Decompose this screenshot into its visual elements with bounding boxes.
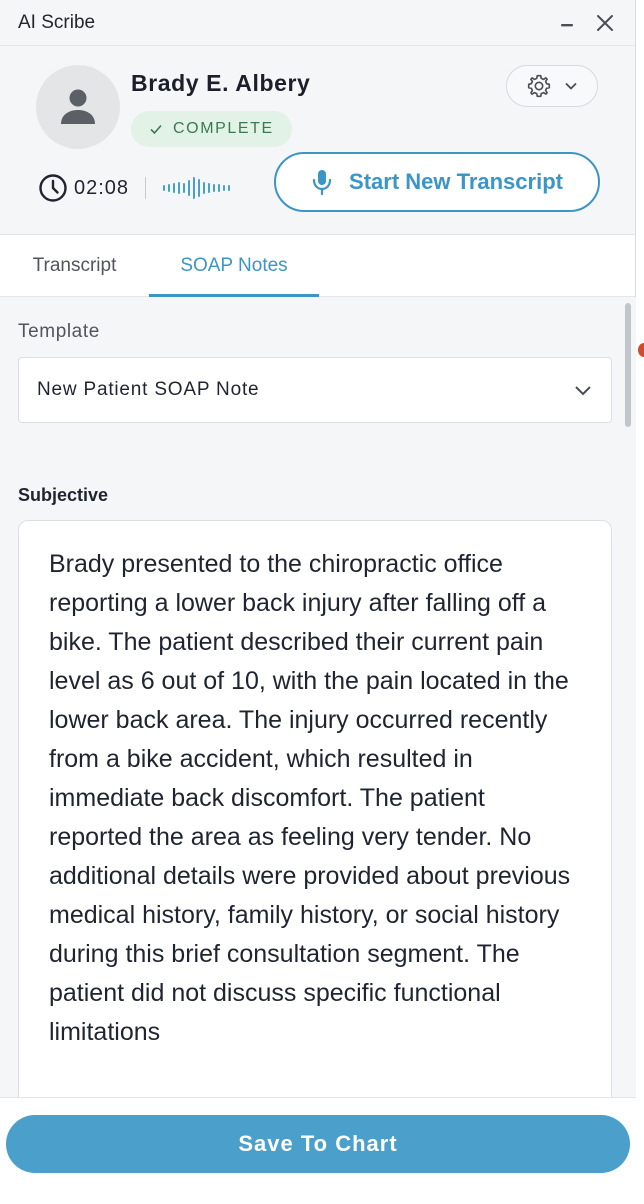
save-to-chart-button[interactable]: Save To Chart xyxy=(6,1115,630,1173)
person-icon xyxy=(61,89,95,124)
avatar xyxy=(36,65,120,149)
minimize-icon[interactable] xyxy=(555,11,579,35)
chevron-down-icon xyxy=(565,82,577,90)
scrollbar[interactable] xyxy=(622,297,636,1097)
window-controls xyxy=(555,11,617,35)
patient-header: Brady E. Albery COMPLETE 02:08 Start New… xyxy=(0,46,635,235)
close-icon[interactable] xyxy=(593,11,617,35)
notification-dot xyxy=(638,343,644,357)
recording-timer: 02:08 xyxy=(38,173,234,203)
check-icon xyxy=(150,124,162,135)
window-title: AI Scribe xyxy=(18,11,96,33)
status-label: COMPLETE xyxy=(173,120,274,137)
elapsed-time: 02:08 xyxy=(74,176,130,199)
template-select[interactable]: New Patient SOAP Note xyxy=(18,357,612,423)
start-new-transcript-button[interactable]: Start New Transcript xyxy=(274,152,600,212)
subjective-label: Subjective xyxy=(18,485,109,505)
start-new-transcript-label: Start New Transcript xyxy=(349,169,563,194)
settings-button[interactable] xyxy=(506,65,598,107)
subjective-textarea[interactable]: Brady presented to the chiropractic offi… xyxy=(18,520,612,1100)
subjective-text: Brady presented to the chiropractic offi… xyxy=(49,550,571,1046)
template-selected-value: New Patient SOAP Note xyxy=(37,379,260,400)
soap-notes-content: Template New Patient SOAP Note Subjectiv… xyxy=(0,297,622,1100)
status-badge: COMPLETE xyxy=(131,111,292,147)
template-label: Template xyxy=(18,321,100,342)
footer: Save To Chart xyxy=(0,1097,636,1204)
title-bar: AI Scribe xyxy=(0,0,635,46)
microphone-icon xyxy=(312,170,332,196)
chevron-down-icon xyxy=(575,386,591,396)
divider xyxy=(145,177,147,199)
tab-transcript[interactable]: Transcript xyxy=(0,235,149,296)
gear-icon xyxy=(527,74,551,98)
tab-soap-notes[interactable]: SOAP Notes xyxy=(149,235,319,297)
tab-bar: Transcript SOAP Notes xyxy=(0,235,635,297)
waveform-icon xyxy=(163,177,231,199)
patient-name: Brady E. Albery xyxy=(131,70,311,96)
scrollbar-thumb[interactable] xyxy=(625,303,631,427)
clock-icon xyxy=(39,174,67,202)
